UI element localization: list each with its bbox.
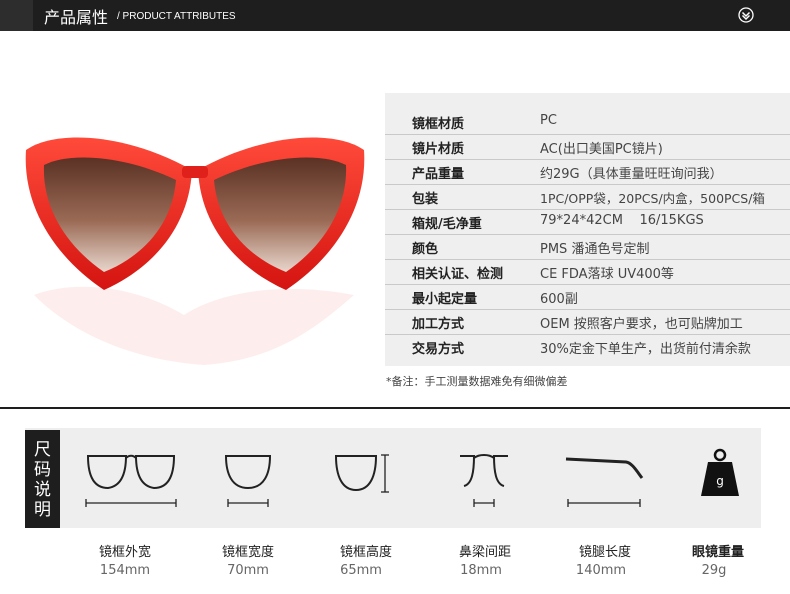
attribute-label: 交易方式 (412, 342, 465, 357)
header-accent (0, 0, 33, 31)
size-label: 镜框高度 (339, 545, 392, 560)
attribute-row: 箱规/毛净重 79*24*42CM 16/15KGS (385, 209, 790, 235)
temple-icon (565, 457, 644, 507)
measurement-note: *备注：手工测量数据难免有细微偏差 (386, 375, 568, 388)
size-label: 镜腿长度 (578, 545, 631, 560)
attribute-row: 镜框材质 PC (385, 109, 790, 135)
attribute-label: 镜框材质 (412, 117, 465, 132)
weight-icon-letter: g (716, 474, 724, 488)
size-value: 154mm (99, 563, 151, 578)
size-tab-char: 尺 (34, 440, 51, 460)
size-label: 鼻梁间距 (458, 545, 511, 560)
attribute-row: 颜色 PMS 潘通色号定制 (385, 234, 790, 260)
chevron-down-icon[interactable] (738, 7, 754, 23)
attribute-label: 产品重量 (412, 167, 465, 182)
frame-width-icon (85, 454, 177, 507)
attribute-label: 颜色 (412, 242, 439, 257)
attribute-value: OEM 按照客户要求，也可贴牌加工 (540, 317, 743, 332)
size-label: 眼镜重量 (691, 545, 744, 560)
attribute-value: PC (540, 113, 557, 128)
attribute-row: 镜片材质 AC(出口美国PC镜片) (385, 134, 790, 160)
size-tab: 尺 码 说 明 (25, 430, 60, 528)
size-tab-char: 码 (34, 460, 51, 480)
attribute-row: 交易方式 30%定金下单生产，出货前付清余款 (385, 334, 790, 359)
attribute-value: AC(出口美国PC镜片) (540, 142, 663, 157)
attribute-value: CE FDA落球 UV400等 (540, 267, 674, 282)
size-tab-char: 说 (34, 480, 51, 500)
size-value: 65mm (340, 563, 382, 578)
size-value: 140mm (575, 563, 627, 578)
lens-width-icon (224, 455, 272, 507)
size-value: 18mm (460, 563, 502, 578)
section-divider (0, 407, 790, 409)
size-label: 镜框外宽 (98, 545, 151, 560)
size-value: 29g (701, 563, 727, 578)
attribute-label: 加工方式 (412, 317, 465, 332)
attribute-row: 相关认证、检测 CE FDA落球 UV400等 (385, 259, 790, 285)
attribute-value: 约29G（具体重量旺旺询问我） (540, 167, 723, 182)
size-value: 70mm (227, 563, 269, 578)
attribute-label: 箱规/毛净重 (412, 217, 482, 232)
header-subtitle: / PRODUCT ATTRIBUTES (117, 11, 236, 22)
attribute-value: 1PC/OPP袋，20PCS/内盒，500PCS/箱 (540, 191, 765, 206)
size-tab-label: 尺 码 说 明 (25, 440, 60, 520)
attribute-row: 包装 1PC/OPP袋，20PCS/内盒，500PCS/箱 (385, 184, 790, 210)
weight-icon: g (701, 448, 739, 496)
header-title: 产品属性 (44, 8, 109, 27)
attribute-table: 镜框材质 PC 镜片材质 AC(出口美国PC镜片) 产品重量 约29G（具体重量… (385, 93, 790, 366)
attribute-row: 加工方式 OEM 按照客户要求，也可贴牌加工 (385, 309, 790, 335)
attribute-label: 镜片材质 (412, 142, 465, 157)
attribute-row: 最小起定量 600副 (385, 284, 790, 310)
size-label: 镜框宽度 (221, 545, 274, 560)
section-header: 产品属性 / PRODUCT ATTRIBUTES (0, 0, 790, 31)
size-tab-char: 明 (34, 500, 51, 520)
attribute-label: 包装 (412, 192, 439, 207)
attribute-label: 最小起定量 (412, 292, 478, 307)
attribute-label: 相关认证、检测 (412, 267, 504, 282)
attribute-value: 79*24*42CM 16/15KGS (540, 213, 704, 228)
lens-height-icon (334, 454, 389, 493)
attribute-row: 产品重量 约29G（具体重量旺旺询问我） (385, 159, 790, 185)
bridge-icon (460, 454, 508, 507)
heart-sunglasses-image (25, 137, 365, 365)
attribute-value: PMS 潘通色号定制 (540, 242, 650, 257)
attribute-value: 600副 (540, 292, 578, 307)
attribute-value: 30%定金下单生产，出货前付清余款 (540, 342, 751, 357)
